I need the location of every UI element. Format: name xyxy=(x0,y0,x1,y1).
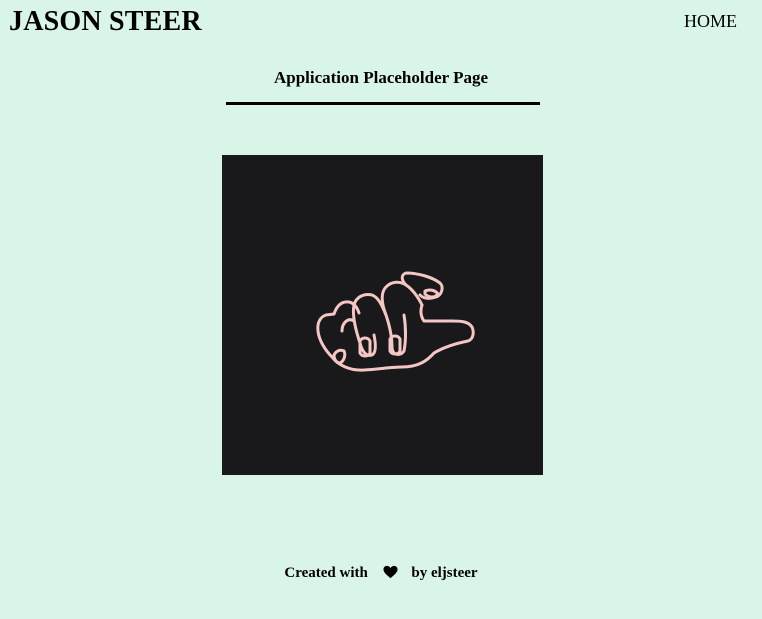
footer: Created with by eljsteer xyxy=(0,563,762,585)
placeholder-image xyxy=(222,155,543,475)
page-heading: Application Placeholder Page xyxy=(273,68,489,87)
heart-icon xyxy=(383,565,398,585)
footer-author: by eljsteer xyxy=(411,565,478,581)
pointing-hand-illustration xyxy=(316,271,475,372)
site-title: JASON STEER xyxy=(9,6,202,37)
nav-home-link[interactable]: HOME xyxy=(684,10,737,32)
footer-created-with: Created with xyxy=(284,565,368,581)
heading-divider xyxy=(226,102,540,105)
